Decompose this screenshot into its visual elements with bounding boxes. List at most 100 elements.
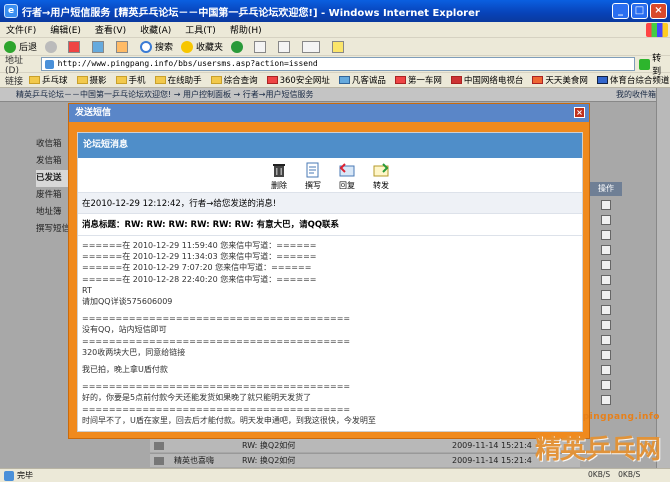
body-line: ======在 2010-12-29 7:07:20 您来信中写道：====== <box>82 263 312 273</box>
menu-tools[interactable]: 工具(T) <box>185 23 216 36</box>
back-arrow-icon <box>4 40 16 53</box>
compose-icon <box>306 162 319 178</box>
edit-button[interactable] <box>302 40 324 53</box>
row-checkbox[interactable] <box>601 275 611 285</box>
row-checkbox[interactable] <box>601 230 611 240</box>
back-label: 后退 <box>19 43 38 53</box>
link-label: 凡客诚品 <box>351 76 386 86</box>
table-row[interactable]: 精英也喜嗨 RW: 换Q2如何 2009-11-14 15:21:4 <box>150 453 580 467</box>
link-item[interactable]: 天天美食网 <box>532 74 588 86</box>
site-icon <box>266 76 278 84</box>
edit-icon <box>302 40 321 53</box>
menu-favorites[interactable]: 收藏(A) <box>140 23 171 36</box>
row-checkbox[interactable] <box>601 380 611 390</box>
compose-label: 撰写 <box>305 181 321 190</box>
dialog-close-button[interactable]: × <box>574 107 585 118</box>
print-button[interactable] <box>278 40 294 53</box>
favorites-button[interactable]: 收藏夹 <box>181 40 223 53</box>
mail-icon <box>154 457 164 465</box>
links-label: 链接 <box>5 76 24 87</box>
compose-button[interactable]: 撰写 <box>305 162 321 192</box>
row-subject[interactable]: RW: 换Q2如何 <box>242 439 295 453</box>
link-item[interactable]: 在线助手 <box>154 74 202 86</box>
refresh-button[interactable] <box>92 40 108 53</box>
inbox-link[interactable]: 我的收件箱 <box>616 88 656 101</box>
row-checkbox[interactable] <box>601 200 611 210</box>
operation-column: 操作 <box>590 182 622 410</box>
row-checkbox[interactable] <box>601 245 611 255</box>
history-icon <box>231 40 244 53</box>
back-button[interactable]: 后退 <box>4 40 37 53</box>
site-icon <box>338 76 350 84</box>
page-scrollbar[interactable] <box>656 88 670 468</box>
message-panel: 论坛短消息 删除 撰写 回复 转发 在2010-12-29 12:12:42，行… <box>77 132 583 432</box>
table-row[interactable]: RW: 换Q2如何 2009-11-14 15:21:4 <box>150 438 580 452</box>
reply-icon <box>339 163 355 177</box>
message-subject: 消息标题：RW: RW: RW: RW: RW: RW: 有意大巴，请QQ联系 <box>78 214 582 236</box>
row-sender[interactable]: 精英也喜嗨 <box>174 454 214 468</box>
message-body: ======在 2010-12-29 11:59:40 您来信中写道：=====… <box>78 236 582 430</box>
address-input[interactable]: http://www.pingpang.info/bbs/usersms.asp… <box>40 57 636 71</box>
link-label: 手机 <box>128 76 146 86</box>
link-label: 综合查询 <box>223 76 258 86</box>
body-line: 好的，你要是5点前付款今天还能发货如果晚了就只能明天发货了 <box>82 393 312 403</box>
breadcrumb-text[interactable]: 精英乒乓论坛－－中国第一乒乓论坛欢迎您! → 用户控制面板 → 行者→用户短信服… <box>16 90 314 99</box>
menu-view[interactable]: 查看(V) <box>95 23 126 36</box>
folder-icon <box>115 76 127 84</box>
folder-icon <box>210 76 222 84</box>
row-checkbox[interactable] <box>601 260 611 270</box>
link-item[interactable]: 第一车网 <box>394 74 442 86</box>
link-item[interactable]: 体育台综合频道 <box>596 74 669 86</box>
message-from-line: 在2010-12-29 12:12:42，行者→给您发送的消息! <box>78 192 582 214</box>
windows-logo-icon <box>646 23 668 37</box>
panel-header: 论坛短消息 <box>78 133 582 158</box>
row-checkbox[interactable] <box>601 320 611 330</box>
stop-button[interactable] <box>68 40 84 53</box>
minimize-button[interactable]: _ <box>612 3 629 19</box>
home-button[interactable] <box>116 40 132 53</box>
mail-icon <box>154 442 164 450</box>
link-label: 中国网络电视台 <box>463 76 524 86</box>
menu-file[interactable]: 文件(F) <box>6 23 36 36</box>
row-date: 2009-11-14 15:21:4 <box>452 441 532 450</box>
search-button[interactable]: 搜索 <box>140 40 173 53</box>
link-item[interactable]: 手机 <box>115 74 146 86</box>
forward-label: 转发 <box>373 181 389 190</box>
maximize-button[interactable]: □ <box>631 3 648 19</box>
go-arrow-icon <box>639 58 651 70</box>
body-line: ======================================== <box>82 382 351 392</box>
row-checkbox[interactable] <box>601 335 611 345</box>
link-item[interactable]: 乒乓球 <box>29 74 68 86</box>
notes-button[interactable] <box>332 40 348 53</box>
history-button[interactable] <box>231 40 246 53</box>
body-line: ======================================== <box>82 314 351 324</box>
row-date: 2009-11-14 15:21:4 <box>452 456 532 465</box>
row-checkbox[interactable] <box>601 350 611 360</box>
link-item[interactable]: 凡客诚品 <box>338 74 386 86</box>
link-item[interactable]: 中国网络电视台 <box>450 74 524 86</box>
link-label: 摄影 <box>89 76 107 86</box>
row-checkbox[interactable] <box>601 290 611 300</box>
refresh-icon <box>92 40 105 53</box>
menu-edit[interactable]: 编辑(E) <box>50 23 81 36</box>
address-bar: 地址(D) http://www.pingpang.info/bbs/users… <box>0 54 670 77</box>
link-item[interactable]: 360安全网址 <box>266 74 330 86</box>
row-checkbox[interactable] <box>601 305 611 315</box>
row-checkbox[interactable] <box>601 395 611 405</box>
forward-icon <box>373 163 389 177</box>
forward-button[interactable] <box>45 40 60 53</box>
row-checkbox[interactable] <box>601 365 611 375</box>
link-item[interactable]: 摄影 <box>76 74 107 86</box>
reply-button[interactable]: 回复 <box>339 162 355 192</box>
row-subject[interactable]: RW: 换Q2如何 <box>242 454 295 468</box>
status-text: 完毕 <box>17 471 33 480</box>
row-checkbox[interactable] <box>601 215 611 225</box>
close-button[interactable]: × <box>650 3 667 19</box>
delete-button[interactable]: 删除 <box>271 162 287 192</box>
forward-message-button[interactable]: 转发 <box>373 162 389 192</box>
link-item[interactable]: 综合查询 <box>210 74 258 86</box>
menu-help[interactable]: 帮助(H) <box>230 23 262 36</box>
mail-icon <box>254 40 267 53</box>
notes-icon <box>332 40 345 53</box>
mail-button[interactable] <box>254 40 270 53</box>
